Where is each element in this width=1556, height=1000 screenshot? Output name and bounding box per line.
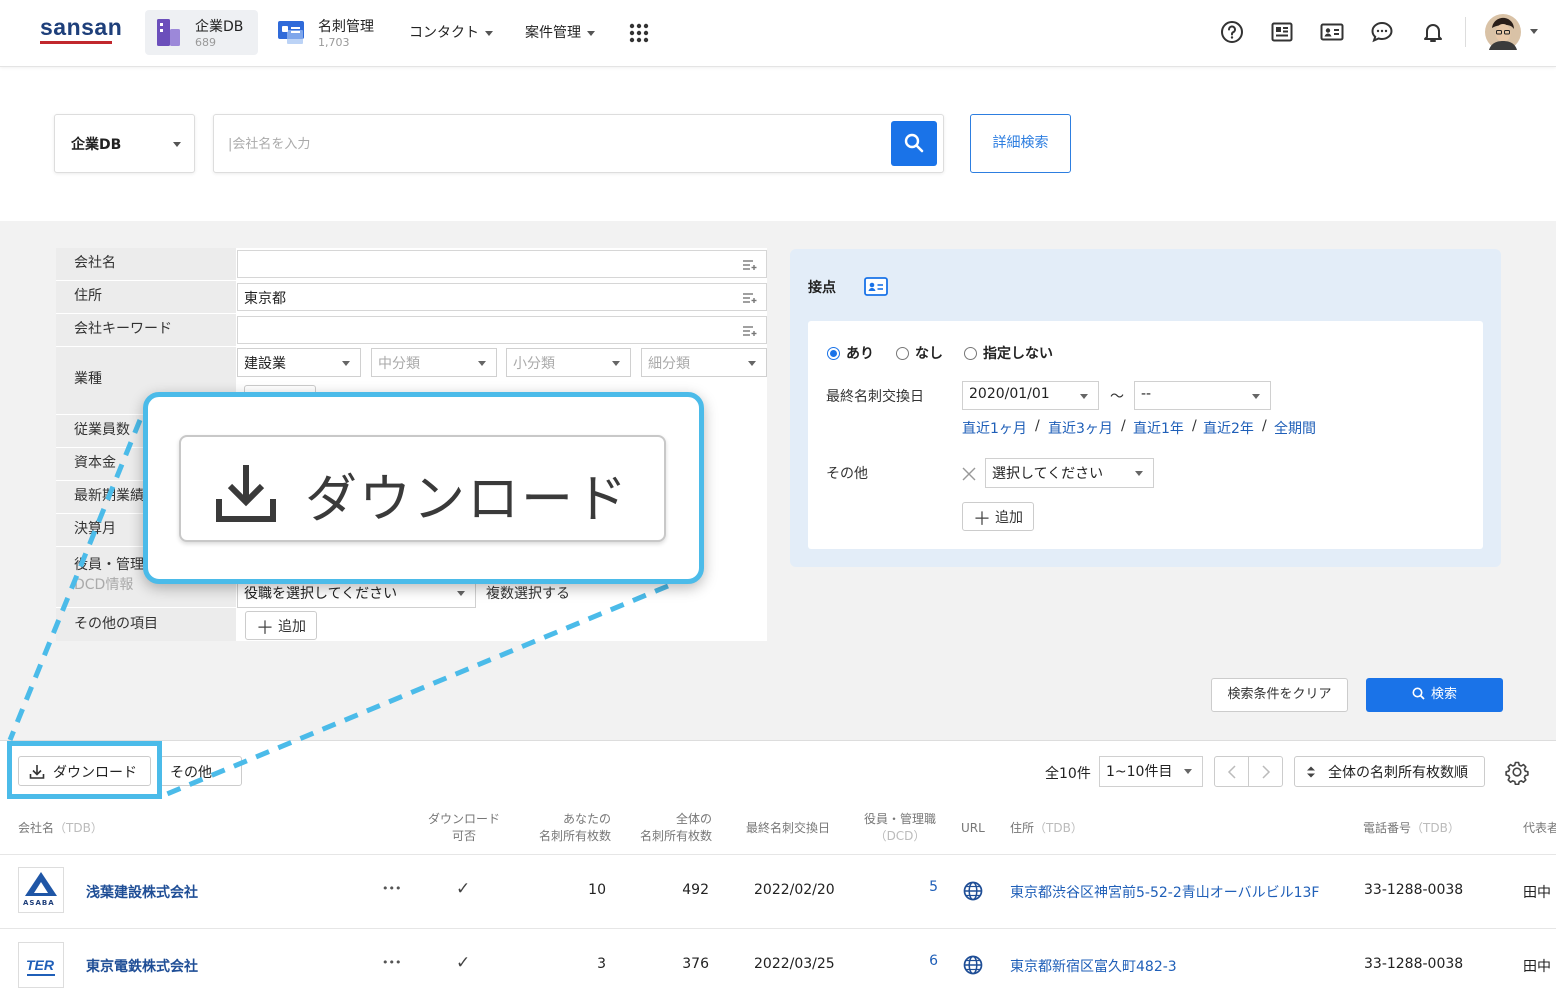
download-highlight-box: [7, 741, 162, 799]
zoomed-download-label: ダウンロード: [305, 470, 630, 530]
download-icon: [216, 465, 276, 522]
zoomed-download-button: ダウンロード: [179, 435, 666, 542]
